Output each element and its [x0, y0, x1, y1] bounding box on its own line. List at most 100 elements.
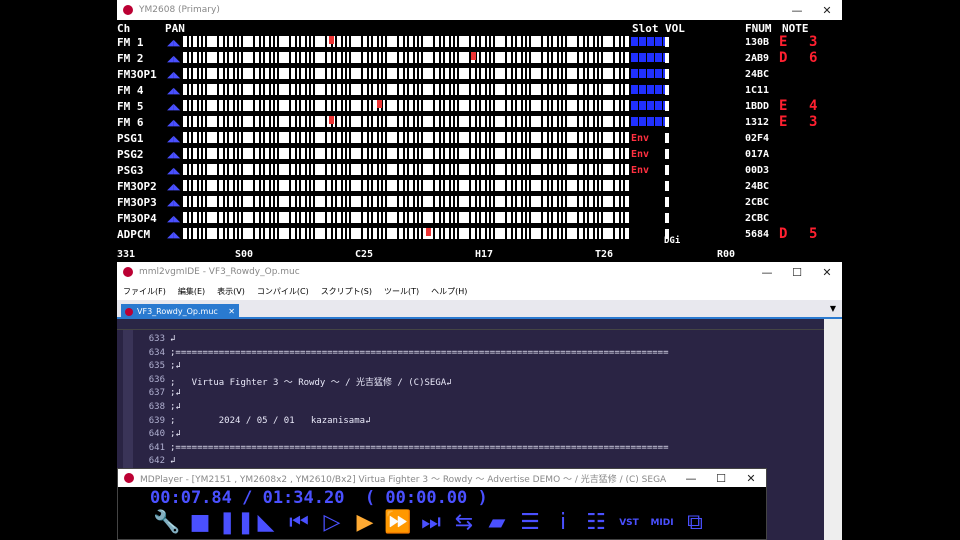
tab-vf3-rowdy[interactable]: VF3_Rowdy_Op.muc ✕ [121, 304, 239, 319]
note-name: D [779, 226, 788, 242]
ff-icon[interactable]: ⏩ [383, 509, 413, 537]
status-h: H17 [475, 249, 494, 260]
playlist-icon[interactable]: ☰ [515, 509, 545, 537]
active-key [329, 116, 334, 124]
slow-icon[interactable]: ▷ [317, 509, 347, 537]
channel-label: PSG3 [117, 164, 144, 177]
header-note: NOTE [782, 22, 809, 35]
pan-indicator: ◢◣ [167, 212, 181, 225]
pan-indicator: ◢◣ [167, 84, 181, 97]
menu-edit[interactable]: 編集(E) [178, 286, 205, 297]
header-ch: Ch [117, 22, 131, 35]
fnum-value: 1312 [745, 117, 770, 128]
fnum-value: 24BC [745, 181, 770, 192]
vst-icon[interactable]: VST [614, 509, 644, 537]
menu-tool[interactable]: ツール(T) [384, 286, 419, 297]
status-r: R00 [717, 249, 736, 260]
minimize-button[interactable]: — [782, 4, 812, 17]
tab-dropdown-icon[interactable]: ▼ [830, 304, 836, 313]
line-number: 640 [148, 429, 165, 440]
piano-keyboard [181, 68, 631, 79]
zoom-icon[interactable]: ⧉ [680, 509, 710, 537]
piano-keyboard [181, 196, 631, 207]
midi-kbd-icon[interactable]: MIDI [647, 509, 677, 537]
pan-indicator: ◢◣ [167, 116, 181, 129]
piano-keyboard [181, 180, 631, 191]
menu-file[interactable]: ファイル(F) [123, 286, 166, 297]
adpcm-dg: DGi [664, 236, 681, 246]
channel-label: PSG2 [117, 148, 144, 161]
stop-icon[interactable]: ■ [185, 509, 215, 537]
next-icon[interactable]: ⏭ [416, 509, 446, 537]
pan-indicator: ◢◣ [167, 228, 181, 241]
prev-icon[interactable]: ⏮ [284, 509, 314, 537]
column-ruler [117, 319, 824, 330]
menu-help[interactable]: ヘルプ(H) [431, 286, 467, 297]
volume-bar [665, 101, 669, 111]
fnum-value: 130B [745, 37, 770, 48]
close-button[interactable]: ✕ [736, 472, 766, 485]
minimize-button[interactable]: — [752, 266, 782, 279]
code-line: ; Virtua Fighter 3 ～ Rowdy ～ / 光吉猛修 / (C… [170, 377, 452, 388]
info-icon[interactable]: i [548, 509, 578, 537]
volume-bar [665, 181, 669, 191]
mixer-icon[interactable]: ☷ [581, 509, 611, 537]
note-octave: 3 [809, 114, 818, 130]
channel-label: FM3OP4 [117, 212, 157, 225]
code-line: ;=======================================… [170, 347, 669, 358]
volume-bar [665, 165, 669, 175]
channel-label: FM 1 [117, 36, 144, 49]
ym2608-titlebar: YM2608 (Primary) — ✕ [117, 0, 842, 20]
play-icon[interactable]: ▶ [350, 509, 380, 537]
note-octave: 4 [809, 98, 818, 114]
channel-label: FM3OP2 [117, 180, 157, 193]
note-name: D [779, 50, 788, 66]
close-button[interactable]: ✕ [812, 266, 842, 279]
code-line: ↲ [170, 334, 176, 344]
line-number: 638 [148, 402, 165, 412]
maximize-button[interactable]: ☐ [782, 266, 812, 279]
fnum-value: 24BC [745, 69, 770, 80]
volume-bar [665, 149, 669, 159]
channel-label: FM 6 [117, 116, 144, 129]
piano-keyboard [181, 228, 631, 239]
open-icon[interactable]: ▰ [482, 509, 512, 537]
piano-keyboard [181, 36, 631, 47]
status-t: T26 [595, 249, 614, 260]
piano-keyboard [181, 116, 631, 127]
pan-indicator: ◢◣ [167, 196, 181, 209]
volume-bar [665, 53, 669, 63]
line-number: 637 [148, 388, 165, 399]
menu-script[interactable]: スクリプト(S) [321, 286, 372, 297]
window-title: MDPlayer - [YM2151 , YM2608x2 , YM2610/B… [140, 474, 667, 485]
pause-icon[interactable]: ❚❚ [218, 509, 255, 537]
pan-indicator: ◢◣ [167, 68, 181, 81]
menu-view[interactable]: 表示(V) [217, 286, 245, 297]
setting-icon[interactable]: 🔧 [152, 509, 182, 537]
minimize-button[interactable]: — [676, 472, 706, 485]
fnum-value: 1C11 [745, 85, 770, 96]
vertical-scrollbar[interactable] [824, 319, 842, 540]
slot-indicator [631, 85, 665, 94]
active-key [377, 100, 382, 108]
tab-close-icon[interactable]: ✕ [228, 307, 235, 316]
pan-indicator: ◢◣ [167, 36, 181, 49]
repeat-icon[interactable]: ⇆ [449, 509, 479, 537]
channel-label: FM3OP1 [117, 68, 157, 81]
fnum-value: 2CBC [745, 213, 770, 224]
code-line: ; 2024 / 05 / 01 kazanisama↲ [170, 415, 371, 426]
menu-compile[interactable]: コンパイル(C) [257, 286, 309, 297]
close-button[interactable]: ✕ [812, 4, 842, 17]
header-slot: Slot [632, 22, 659, 35]
maximize-button[interactable]: ☐ [706, 472, 736, 485]
volume-bar [665, 37, 669, 47]
active-key [471, 52, 476, 60]
status-s: S00 [235, 249, 254, 260]
code-line: ↲ [170, 456, 176, 467]
line-number: 633 [148, 334, 165, 344]
volume-bar [665, 197, 669, 207]
pan-indicator: ◢◣ [167, 100, 181, 113]
fade-icon[interactable]: ◣ [251, 509, 281, 537]
code-line: ;↲ [170, 402, 181, 412]
piano-keyboard [181, 164, 631, 175]
